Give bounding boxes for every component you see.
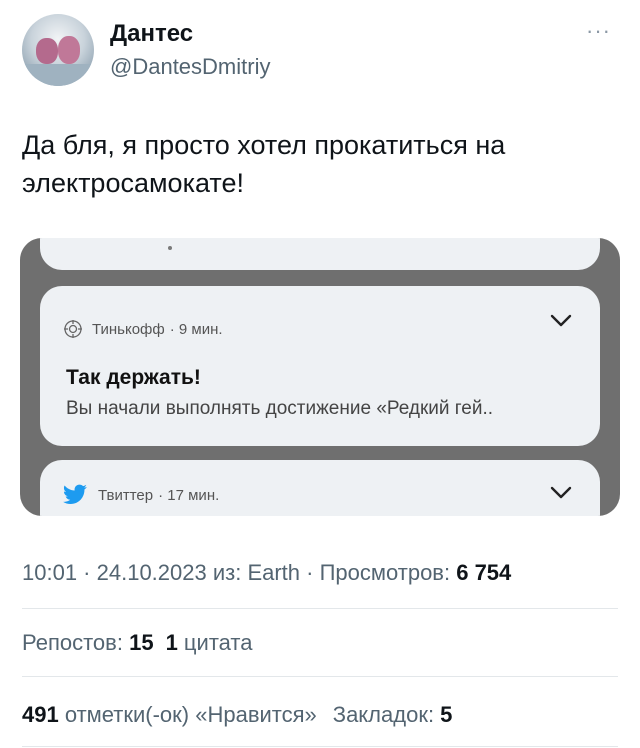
chevron-down-icon <box>550 314 572 327</box>
notification-time: · 9 мин. <box>169 320 223 338</box>
more-options-icon[interactable]: ··· <box>586 18 611 44</box>
likes-label[interactable]: отметки(-ок) «Нравится» <box>59 702 317 727</box>
notification-header: Твиттер · 17 мин. <box>62 484 219 506</box>
quotes-count[interactable]: 1 <box>166 630 178 655</box>
notification-time: · 17 мин. <box>158 486 220 504</box>
avatar-figure-right <box>58 36 80 64</box>
tweet-source: из: Earth <box>206 560 301 585</box>
meta-separator: · <box>77 560 97 585</box>
like-stats: 491 отметки(-ок) «Нравится» Закладок: 5 <box>22 702 452 728</box>
tweet-meta: 10:01 · 24.10.2023 из: Earth · Просмотро… <box>22 560 511 586</box>
avatar-figure-left <box>36 38 58 64</box>
divider <box>22 746 618 747</box>
divider <box>22 608 618 609</box>
views-count[interactable]: 6 754 <box>456 560 511 585</box>
views-label: Просмотров: <box>319 560 457 585</box>
bookmarks-count: 5 <box>440 702 453 727</box>
avatar-ground <box>22 64 94 86</box>
avatar[interactable] <box>22 14 94 86</box>
tweet-text: Да бля, я просто хотел прокатиться на эл… <box>22 130 506 198</box>
quotes-label[interactable]: цитата <box>178 630 253 655</box>
reposts-count[interactable]: 15 <box>129 630 153 655</box>
meta-separator: · <box>300 560 320 585</box>
author-name[interactable]: Дантес <box>110 20 193 48</box>
notification-previous <box>40 238 600 270</box>
notification-title: Так держать! <box>66 366 201 389</box>
tweet-date[interactable]: 24.10.2023 <box>97 560 207 585</box>
tweet-media-screenshot[interactable]: Тинькофф · 9 мин. Так держать! Вы начали… <box>20 238 620 516</box>
bookmarks-label: Закладок: <box>332 702 441 727</box>
twitter-bird-icon <box>63 484 87 504</box>
notification-twitter: Твиттер · 17 мин. <box>40 460 600 516</box>
tweet-time[interactable]: 10:01 <box>22 560 77 585</box>
tinkoff-icon <box>64 320 82 338</box>
notification-tinkoff: Тинькофф · 9 мин. Так держать! Вы начали… <box>40 286 600 446</box>
notification-dot <box>168 246 172 250</box>
chevron-down-icon <box>550 486 572 499</box>
repost-stats: Репостов: 15 1 цитата <box>22 630 252 656</box>
reposts-label[interactable]: Репостов: <box>22 630 129 655</box>
notification-header: Тинькофф · 9 мин. <box>62 318 223 340</box>
author-handle[interactable]: @DantesDmitriy <box>110 54 270 80</box>
likes-count[interactable]: 491 <box>22 702 59 727</box>
notification-body: Вы начали выполнять достижение «Редкий г… <box>66 398 494 419</box>
divider <box>22 676 618 677</box>
notification-app-name: Твиттер <box>98 486 154 504</box>
notification-app-name: Тинькофф <box>92 320 165 338</box>
